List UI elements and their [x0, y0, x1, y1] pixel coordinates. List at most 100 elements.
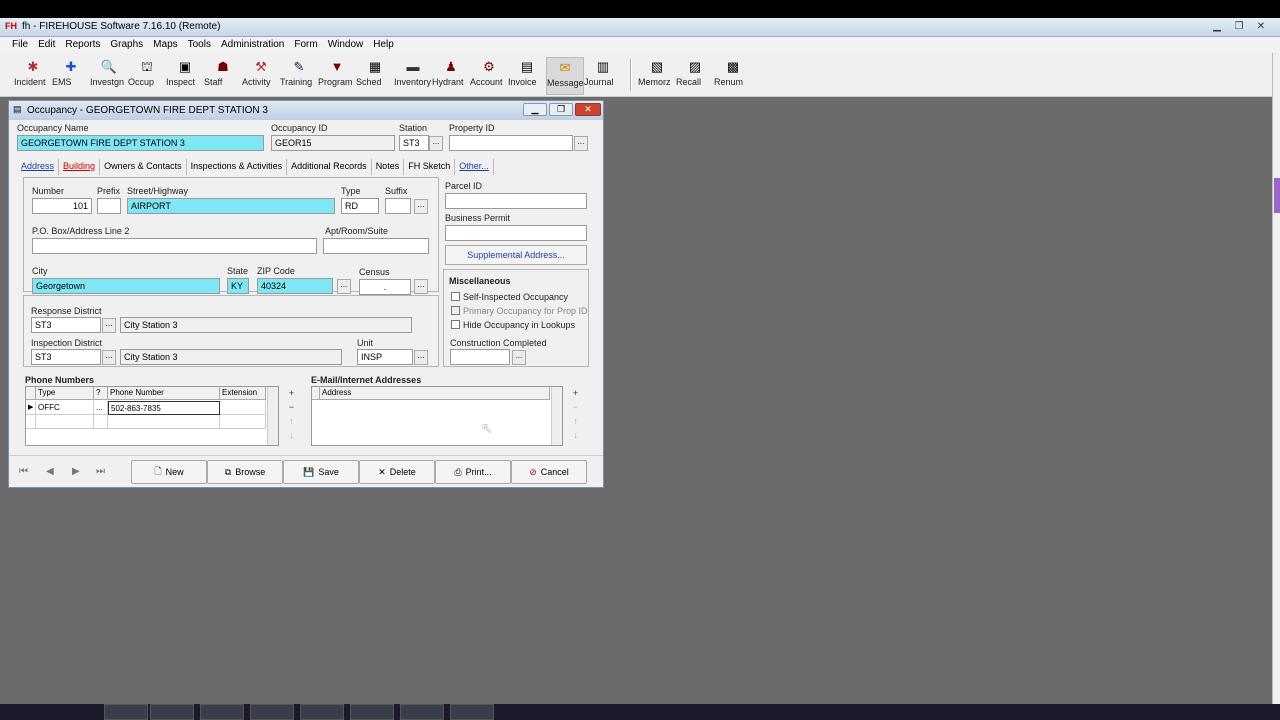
- toolbar-training-button[interactable]: ✎ Training: [280, 57, 318, 95]
- tab-additional-records[interactable]: Additional Records: [287, 159, 372, 175]
- toolbar-message-button[interactable]: ✉ Message: [546, 57, 584, 95]
- dialog-restore-icon[interactable]: ❐: [549, 103, 573, 116]
- self-inspected-checkbox[interactable]: [451, 292, 460, 301]
- suffix-field[interactable]: [385, 198, 411, 214]
- census-field[interactable]: .: [359, 279, 411, 295]
- property-id-lookup-button[interactable]: ...: [574, 136, 588, 151]
- browse-button[interactable]: ⧉ Browse: [207, 460, 283, 484]
- first-record-icon[interactable]: ⏮: [19, 466, 28, 477]
- prefix-field[interactable]: [97, 198, 121, 214]
- new-button[interactable]: 🗋 New: [131, 460, 207, 484]
- phone-extension-cell[interactable]: [220, 401, 266, 415]
- minimize-icon[interactable]: ▁: [1206, 19, 1228, 34]
- close-icon[interactable]: ✕: [1250, 19, 1272, 34]
- construction-date-lookup-button[interactable]: ...: [512, 350, 526, 365]
- taskbar-item[interactable]: [150, 704, 194, 720]
- toolbar-activity-button[interactable]: ⚒ Activity: [242, 57, 280, 95]
- census-lookup-button[interactable]: ...: [414, 279, 428, 294]
- phone-grid-scrollbar[interactable]: [267, 387, 278, 445]
- hide-occupancy-checkbox[interactable]: [451, 320, 460, 329]
- print-button[interactable]: ⎙ Print...: [435, 460, 511, 484]
- street-type-field[interactable]: RD: [341, 198, 379, 214]
- street-field[interactable]: AIRPORT: [127, 198, 335, 214]
- menu-file[interactable]: File: [7, 37, 33, 53]
- taskbar-item[interactable]: [104, 704, 148, 720]
- unit-lookup-button[interactable]: ...: [414, 350, 428, 365]
- state-field[interactable]: KY: [227, 278, 249, 294]
- tab-other[interactable]: Other...: [455, 159, 494, 175]
- move-phone-up-icon[interactable]: ↑: [285, 415, 298, 428]
- number-field[interactable]: 101: [32, 198, 92, 214]
- move-email-down-icon[interactable]: ↓: [569, 429, 582, 442]
- po-box-field[interactable]: [32, 238, 317, 254]
- dialog-close-icon[interactable]: ✕: [575, 103, 601, 116]
- phone-number-cell[interactable]: 502-863-7835: [108, 401, 220, 415]
- toolbar-renum-button[interactable]: ▩ Renum: [714, 57, 752, 95]
- taskbar-item[interactable]: [200, 704, 244, 720]
- apt-field[interactable]: [323, 238, 429, 254]
- add-email-icon[interactable]: +: [569, 387, 582, 400]
- toolbar-ems-button[interactable]: ✚ EMS: [52, 57, 90, 95]
- occupancy-id-field[interactable]: GEOR15: [271, 135, 395, 151]
- menu-administration[interactable]: Administration: [216, 37, 289, 53]
- menu-reports[interactable]: Reports: [60, 37, 105, 53]
- toolbar-inventory-button[interactable]: ▬ Inventory: [394, 57, 432, 95]
- construction-completed-field[interactable]: [450, 349, 510, 365]
- menu-edit[interactable]: Edit: [33, 37, 60, 53]
- menu-graphs[interactable]: Graphs: [105, 37, 148, 53]
- response-district-lookup-button[interactable]: ...: [102, 318, 116, 333]
- dialog-minimize-icon[interactable]: ▁: [523, 103, 547, 116]
- next-record-icon[interactable]: ▶: [72, 466, 80, 477]
- business-permit-field[interactable]: [445, 225, 587, 241]
- toolbar-staff-button[interactable]: ☗ Staff: [204, 57, 242, 95]
- zip-lookup-button[interactable]: ...: [337, 279, 351, 294]
- station-field[interactable]: ST3: [399, 135, 429, 151]
- toolbar-account-button[interactable]: ⚙ Account: [470, 57, 508, 95]
- previous-record-icon[interactable]: ◀: [46, 466, 54, 477]
- restore-icon[interactable]: ❐: [1228, 19, 1250, 34]
- tab-notes[interactable]: Notes: [372, 159, 405, 175]
- toolbar-investgn-button[interactable]: 🔍 Investgn: [90, 57, 128, 95]
- taskbar-item[interactable]: [400, 704, 444, 720]
- last-record-icon[interactable]: ⏭: [96, 466, 105, 477]
- toolbar-program-button[interactable]: ▼ Program: [318, 57, 356, 95]
- toolbar-memorz-button[interactable]: ▧ Memorz: [638, 57, 676, 95]
- menu-maps[interactable]: Maps: [148, 37, 182, 53]
- phone-type-lookup-button[interactable]: ...: [94, 401, 108, 415]
- delete-button[interactable]: ✕ Delete: [359, 460, 435, 484]
- city-field[interactable]: Georgetown: [32, 278, 220, 294]
- taskbar-item[interactable]: [250, 704, 294, 720]
- menu-form[interactable]: Form: [289, 37, 322, 53]
- response-district-field[interactable]: ST3: [31, 317, 101, 333]
- inspection-district-lookup-button[interactable]: ...: [102, 350, 116, 365]
- move-email-up-icon[interactable]: ↑: [569, 415, 582, 428]
- email-grid-scrollbar[interactable]: [551, 387, 562, 445]
- add-phone-icon[interactable]: +: [285, 387, 298, 400]
- property-id-field[interactable]: [449, 135, 573, 151]
- tab-building[interactable]: Building: [59, 159, 101, 175]
- toolbar-inspect-button[interactable]: ▣ Inspect: [166, 57, 204, 95]
- toolbar-occup-button[interactable]: ⛫ Occup: [128, 57, 166, 95]
- menu-window[interactable]: Window: [323, 37, 369, 53]
- remove-email-icon[interactable]: −: [569, 401, 582, 414]
- toolbar-sched-button[interactable]: ▦ Sched: [356, 57, 394, 95]
- save-button[interactable]: 💾 Save: [283, 460, 359, 484]
- toolbar-hydrant-button[interactable]: ♟ Hydrant: [432, 57, 470, 95]
- taskbar-item[interactable]: [350, 704, 394, 720]
- taskbar-item[interactable]: [450, 704, 494, 720]
- tab-address[interactable]: Address: [17, 159, 60, 175]
- toolbar-invoice-button[interactable]: ▤ Invoice: [508, 57, 546, 95]
- right-scrollbar[interactable]: [1272, 53, 1280, 704]
- scroll-thumb[interactable]: [1274, 178, 1280, 213]
- tab-inspections-activities[interactable]: Inspections & Activities: [187, 159, 288, 175]
- supplemental-address-button[interactable]: Supplemental Address...: [445, 245, 587, 265]
- toolbar-recall-button[interactable]: ▨ Recall: [676, 57, 714, 95]
- zip-field[interactable]: 40324: [257, 278, 333, 294]
- station-lookup-button[interactable]: ...: [429, 136, 443, 151]
- tab-owners-contacts[interactable]: Owners & Contacts: [100, 159, 187, 175]
- toolbar-incident-button[interactable]: ✱ Incident: [14, 57, 52, 95]
- inspection-district-field[interactable]: ST3: [31, 349, 101, 365]
- toolbar-journal-button[interactable]: ▥ Journal: [584, 57, 622, 95]
- primary-occupancy-checkbox[interactable]: [451, 306, 460, 315]
- phone-type-cell[interactable]: OFFC: [36, 401, 94, 415]
